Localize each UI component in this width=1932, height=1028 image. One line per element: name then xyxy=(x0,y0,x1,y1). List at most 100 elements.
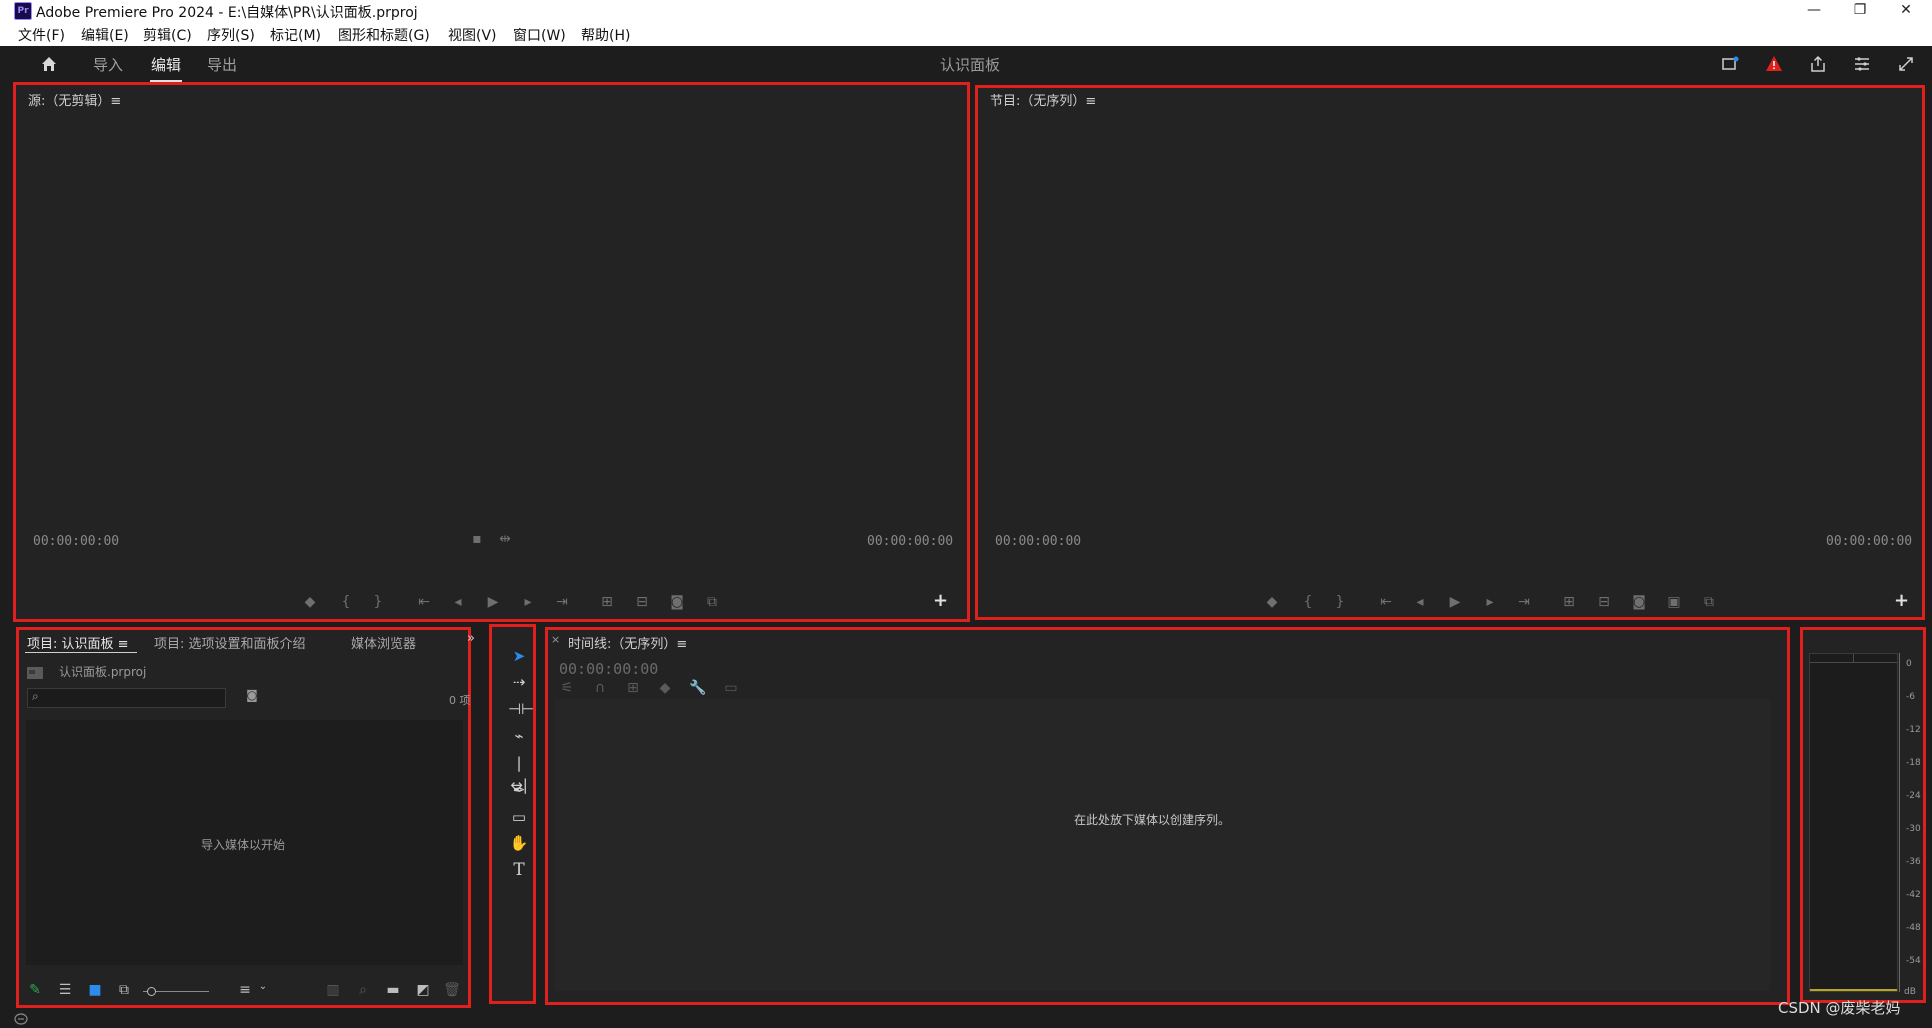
automate-to-sequence-icon[interactable]: ▥ xyxy=(322,982,344,998)
timeline-timecode[interactable]: 00:00:00:00 xyxy=(559,660,658,678)
program-monitor-title[interactable]: 节目:（无序列）≡ xyxy=(990,90,1096,109)
clear-icon[interactable]: 🗑 xyxy=(441,982,463,998)
play-icon[interactable]: ▶ xyxy=(482,594,504,610)
wrench-icon[interactable]: 🔧 xyxy=(687,680,709,696)
workspace-title: 认识面板 xyxy=(940,56,1001,74)
overflow-tabs-icon[interactable]: » xyxy=(467,631,475,646)
menu-help[interactable]: 帮助(H) xyxy=(581,25,630,45)
rectangle-tool-icon[interactable]: ▭ xyxy=(508,806,530,828)
snap-magnet-icon[interactable]: ∩ xyxy=(589,680,611,696)
insert-icon[interactable]: ⊞ xyxy=(596,594,618,610)
add-button-icon[interactable]: + xyxy=(933,590,948,611)
tab-edit[interactable]: 编辑 xyxy=(151,54,181,75)
new-item-icon[interactable]: ◩ xyxy=(412,982,434,998)
go-to-in-icon[interactable]: ⇤ xyxy=(413,594,435,610)
menu-file[interactable]: 文件(F) xyxy=(18,25,65,45)
comparison-view-icon[interactable]: ▣ xyxy=(1663,594,1685,610)
project-search-input[interactable]: ⌕ xyxy=(27,688,226,708)
tab-export[interactable]: 导出 xyxy=(207,54,237,75)
tab-project-current[interactable]: 项目: 认识面板 ≡ xyxy=(27,633,129,652)
button-editor-icon[interactable]: ⧉ xyxy=(701,594,723,610)
nest-toggle-icon[interactable]: ⚟ xyxy=(556,680,578,696)
new-search-bin-icon[interactable]: ◙ xyxy=(241,688,263,702)
project-drop-area[interactable]: 导入媒体以开始 xyxy=(26,720,463,965)
meter-label-db: dB xyxy=(1904,987,1916,997)
menu-marker[interactable]: 标记(M) xyxy=(270,25,321,45)
writable-pencil-icon[interactable]: ✎ xyxy=(24,982,46,998)
menu-sequence[interactable]: 序列(S) xyxy=(207,25,255,45)
lift-icon[interactable]: ⊞ xyxy=(1558,594,1580,610)
step-back-icon[interactable]: ◂ xyxy=(447,594,469,610)
active-tab-underline xyxy=(25,652,137,653)
chevron-down-icon[interactable]: ⌄ xyxy=(252,981,274,992)
step-forward-icon[interactable]: ▸ xyxy=(1479,594,1501,610)
mark-out-icon[interactable]: } xyxy=(367,594,389,610)
minimize-button[interactable]: — xyxy=(1792,0,1836,22)
item-count: 0 项 xyxy=(449,694,471,707)
add-marker-icon[interactable]: ◆ xyxy=(1261,594,1283,610)
menu-edit[interactable]: 编辑(E) xyxy=(81,25,129,45)
fullscreen-icon[interactable] xyxy=(1897,55,1915,73)
quick-export-icon[interactable] xyxy=(1721,55,1739,73)
add-marker-icon[interactable]: ◆ xyxy=(299,594,321,610)
mark-in-icon[interactable]: { xyxy=(1297,594,1319,610)
close-panel-icon[interactable]: × xyxy=(551,633,560,646)
icon-view-icon[interactable]: ■ xyxy=(84,982,106,998)
pen-tool-icon[interactable]: ✒ xyxy=(508,779,530,801)
step-forward-icon[interactable]: ▸ xyxy=(517,594,539,610)
go-to-out-icon[interactable]: ⇥ xyxy=(1513,594,1535,610)
menu-view[interactable]: 视图(V) xyxy=(448,25,497,45)
menu-clip[interactable]: 剪辑(C) xyxy=(143,25,192,45)
restore-button[interactable]: ❐ xyxy=(1838,0,1882,22)
drag-audio-icon[interactable]: ⇹ xyxy=(494,531,516,547)
play-icon[interactable]: ▶ xyxy=(1444,594,1466,610)
workspace-bar: 导入 编辑 导出 认识面板 xyxy=(12,46,1932,82)
add-button-icon[interactable]: + xyxy=(1894,590,1909,611)
source-timecode-left[interactable]: 00:00:00:00 xyxy=(33,534,119,549)
share-icon[interactable] xyxy=(1809,55,1827,73)
track-select-tool-icon[interactable]: ⇢ xyxy=(508,671,530,693)
audio-meter-track xyxy=(1809,653,1898,992)
tab-import[interactable]: 导入 xyxy=(93,54,123,75)
drag-video-icon[interactable]: ▪ xyxy=(466,531,488,547)
export-frame-icon[interactable]: ◙ xyxy=(1628,594,1650,610)
go-to-out-icon[interactable]: ⇥ xyxy=(551,594,573,610)
status-icon[interactable] xyxy=(14,1013,28,1025)
timeline-drop-area[interactable]: 在此处放下媒体以创建序列。 xyxy=(555,699,1770,991)
menu-window[interactable]: 窗口(W) xyxy=(513,25,566,45)
button-editor-icon[interactable]: ⧉ xyxy=(1698,594,1720,610)
new-bin-icon[interactable]: ▬ xyxy=(382,982,404,998)
extract-icon[interactable]: ⊟ xyxy=(1593,594,1615,610)
source-monitor-title[interactable]: 源:（无剪辑）≡ xyxy=(28,90,121,109)
export-frame-icon[interactable]: ◙ xyxy=(666,594,688,610)
overwrite-icon[interactable]: ⊟ xyxy=(631,594,653,610)
find-icon[interactable]: ⌕ xyxy=(352,982,374,998)
zoom-slider-thumb[interactable] xyxy=(147,987,156,996)
tab-project-other[interactable]: 项目: 选项设置和面板介绍 xyxy=(154,633,306,652)
go-to-in-icon[interactable]: ⇤ xyxy=(1375,594,1397,610)
project-file-name: 认识面板.prproj xyxy=(59,665,147,679)
project-bin-icon xyxy=(27,667,43,679)
ripple-edit-tool-icon[interactable]: ⊣⊢ xyxy=(508,698,534,720)
slip-tool-icon[interactable]: |↔| xyxy=(508,752,530,794)
timeline-title[interactable]: 时间线:（无序列）≡ xyxy=(568,633,687,652)
workspaces-icon[interactable] xyxy=(1853,55,1871,73)
list-view-icon[interactable]: ☰ xyxy=(54,982,76,998)
razor-tool-icon[interactable]: ⌁ xyxy=(508,725,530,747)
home-icon[interactable] xyxy=(40,55,58,73)
close-window-button[interactable]: ✕ xyxy=(1884,0,1928,22)
warning-icon[interactable] xyxy=(1765,55,1783,73)
hand-tool-icon[interactable]: ✋ xyxy=(508,832,530,854)
add-marker-icon[interactable]: ◆ xyxy=(654,680,676,696)
captions-icon[interactable]: ▭ xyxy=(720,680,742,696)
mark-in-icon[interactable]: { xyxy=(335,594,357,610)
linked-selection-icon[interactable]: ⊞ xyxy=(622,680,644,696)
tab-media-browser[interactable]: 媒体浏览器 xyxy=(351,633,416,652)
freeform-view-icon[interactable]: ⧉ xyxy=(113,982,135,998)
type-tool-icon[interactable]: T xyxy=(508,859,530,881)
step-back-icon[interactable]: ◂ xyxy=(1409,594,1431,610)
menu-graphics[interactable]: 图形和标题(G) xyxy=(338,25,430,45)
mark-out-icon[interactable]: } xyxy=(1329,594,1351,610)
program-timecode-left[interactable]: 00:00:00:00 xyxy=(995,534,1081,549)
selection-tool-icon[interactable]: ➤ xyxy=(508,645,530,667)
